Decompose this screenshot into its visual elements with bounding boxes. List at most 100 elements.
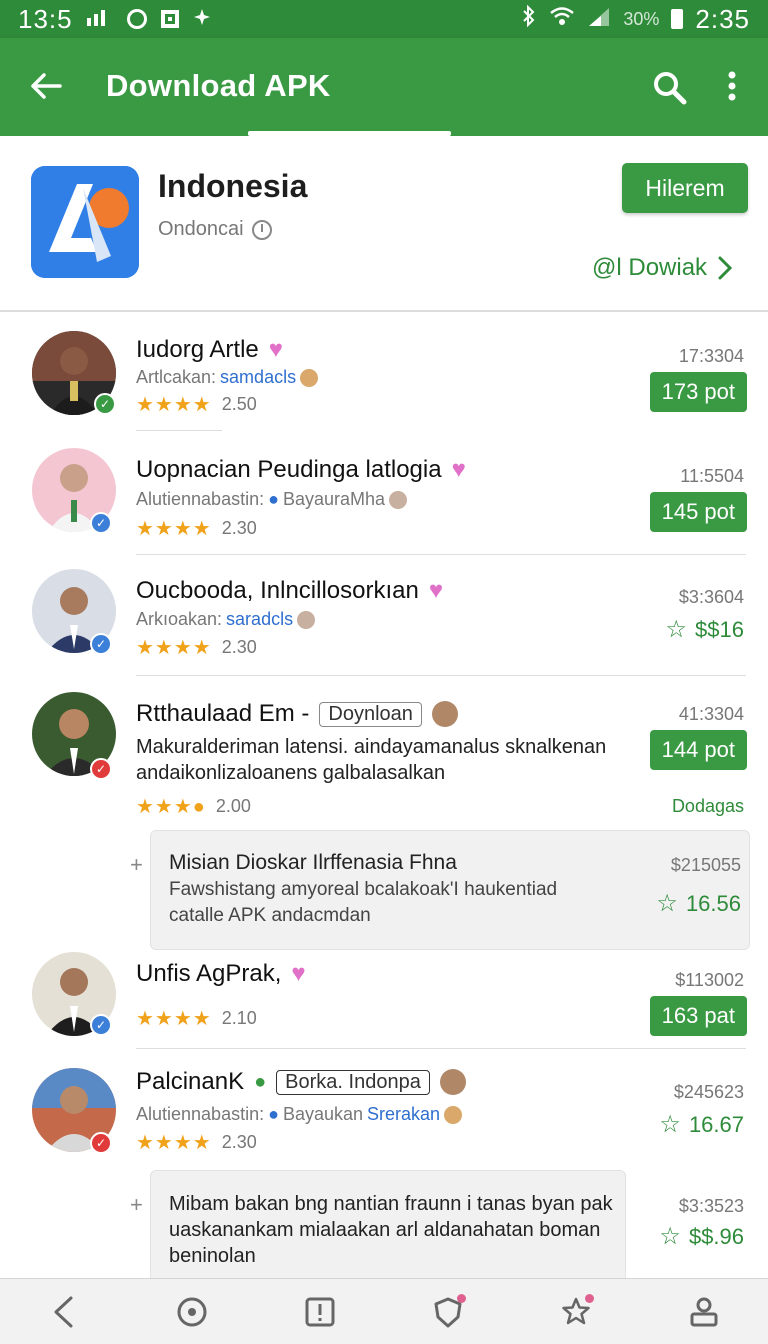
rating-value: 2.10 bbox=[221, 1008, 257, 1028]
timestamp: $3:3604 bbox=[678, 587, 744, 607]
timestamp: $215055 bbox=[670, 855, 741, 875]
emoji-icon bbox=[300, 368, 319, 387]
row-meta: Alutiennabastin: ● Bayaukan Srerakan bbox=[136, 1104, 463, 1125]
comment-list[interactable]: ✓ Iudorg Artle ♥ Artlcakan: samdacls ★★★… bbox=[0, 312, 768, 1278]
timestamp: $245623 bbox=[673, 1082, 744, 1102]
alarm-icon bbox=[126, 9, 147, 29]
notification-icon bbox=[160, 10, 179, 28]
row-name: Unfis AgPrak, ♥ bbox=[136, 960, 306, 988]
nav-account-icon[interactable] bbox=[676, 1284, 732, 1340]
reply-body: Fawshistang amyoreal bcalakoak'I haukent… bbox=[169, 879, 558, 926]
verified-check-icon: ✓ bbox=[94, 393, 116, 415]
bottom-navigation bbox=[0, 1278, 768, 1344]
download-link[interactable]: @l Dowiak bbox=[592, 254, 733, 282]
emoji-icon bbox=[444, 1105, 463, 1124]
heart-icon[interactable]: ♥ bbox=[269, 336, 283, 364]
verified-check-icon: ✓ bbox=[90, 758, 112, 780]
bluetooth-icon bbox=[521, 4, 537, 33]
row-name: Rtthaulaad Em - Doynloan bbox=[136, 700, 458, 728]
app-logo-icon bbox=[31, 166, 139, 278]
star-score[interactable]: ☆ 16.56 bbox=[656, 889, 741, 918]
star-outline-icon: ☆ bbox=[659, 1223, 681, 1250]
meta-highlight[interactable]: samdacls bbox=[220, 367, 296, 388]
score-value: 16.67 bbox=[688, 1111, 744, 1137]
heart-icon[interactable]: ♥ bbox=[429, 577, 443, 605]
star-score[interactable]: ☆ 16.67 bbox=[659, 1110, 744, 1139]
points-button[interactable]: 144 pot bbox=[649, 730, 747, 770]
meta-highlight[interactable]: BayauraMha bbox=[283, 489, 385, 510]
points-button[interactable]: 145 pot bbox=[649, 492, 747, 532]
plus-icon[interactable]: + bbox=[130, 852, 143, 878]
meta-highlight[interactable]: saradcls bbox=[226, 609, 293, 630]
location-icon bbox=[193, 6, 211, 32]
list-item[interactable]: ✓ PalcinanK ● Borka. Indonpa Alutiennaba… bbox=[0, 1050, 768, 1170]
list-item[interactable]: ✓ Rtthaulaad Em - Doynloan Makuralderima… bbox=[0, 676, 768, 826]
rating-value: 2.50 bbox=[221, 394, 257, 414]
author-name: Rtthaulaad Em - bbox=[136, 700, 310, 727]
rating: ★★★★ 2.30 bbox=[136, 1130, 257, 1155]
row-meta: Alutiennabastin: ● BayauraMha bbox=[136, 489, 408, 510]
clock-icon bbox=[251, 219, 272, 240]
list-item[interactable]: ✓ Oucbooda, Inlncillosorkıan ♥ Arkıoakan… bbox=[0, 555, 768, 676]
meta-prefix: Arkıoakan: bbox=[136, 609, 223, 629]
user-thumb-icon bbox=[439, 1069, 466, 1095]
heart-icon[interactable]: ♥ bbox=[291, 960, 305, 988]
author-name: Unfis AgPrak, bbox=[136, 960, 282, 987]
author-name: Uopnacian Peudinga latlogia bbox=[136, 456, 442, 483]
app-header-card: Indonesia Ondoncai Hilerem @l Dowiak bbox=[0, 136, 768, 312]
list-item[interactable]: ✓ Uopnacian Peudinga latlogia ♥ Alutienn… bbox=[0, 436, 768, 555]
wifi-icon bbox=[549, 6, 575, 32]
search-icon[interactable] bbox=[648, 66, 692, 110]
rating-value: 2.30 bbox=[221, 518, 257, 538]
row-meta: Arkıoakan: saradcls bbox=[136, 609, 316, 630]
star-rating-icon: ★★★★ bbox=[136, 394, 212, 416]
star-score[interactable]: ☆ $$.96 bbox=[659, 1222, 744, 1251]
star-rating-icon: ★★★★ bbox=[136, 518, 212, 540]
timestamp: $113002 bbox=[675, 970, 744, 990]
reply-card[interactable]: Misian Dioskar Ilrffenasia Fhna Fawshist… bbox=[150, 830, 750, 950]
author-name: Oucbooda, Inlncillosorkıan bbox=[136, 577, 419, 604]
meta-text: Bayaukan bbox=[282, 1104, 364, 1124]
comment-body: Makuralderiman latensi. aindayamanalus s… bbox=[136, 736, 607, 784]
star-outline-icon: ☆ bbox=[656, 890, 678, 917]
nav-home-icon[interactable] bbox=[164, 1284, 220, 1340]
user-thumb-icon bbox=[297, 610, 316, 629]
nav-back-icon[interactable] bbox=[36, 1284, 92, 1340]
app-name: Indonesia bbox=[158, 168, 308, 204]
verified-check-icon: ✓ bbox=[90, 1132, 112, 1154]
star-rating-icon: ★★★★ bbox=[136, 1008, 212, 1030]
meta-highlight[interactable]: Srerakan bbox=[367, 1104, 440, 1125]
timestamp: $3:3523 bbox=[678, 1196, 744, 1216]
row-name: Uopnacian Peudinga latlogia ♥ bbox=[136, 456, 466, 484]
verified-check-icon: ✓ bbox=[90, 1014, 112, 1036]
plus-icon[interactable]: + bbox=[130, 1192, 143, 1218]
verified-check-icon: ✓ bbox=[90, 512, 112, 534]
rating: ★★★★ 2.30 bbox=[136, 635, 257, 660]
location-tag[interactable]: Borka. Indonpa bbox=[276, 1069, 430, 1095]
nav-alert-icon[interactable] bbox=[292, 1284, 348, 1340]
primary-action-button[interactable]: Hilerem bbox=[622, 163, 748, 213]
thumbs-up-icon: ● bbox=[268, 489, 279, 509]
rating-value: 2.30 bbox=[221, 637, 257, 657]
star-score[interactable]: ☆ $$16 bbox=[666, 615, 744, 644]
app-subtitle-row: Ondoncai bbox=[158, 218, 272, 241]
reply-card[interactable]: Mibam bakan bng nantian fraunn i tanas b… bbox=[150, 1170, 626, 1278]
author-name: PalcinanK bbox=[136, 1068, 245, 1095]
points-button[interactable]: 163 pat bbox=[649, 996, 747, 1036]
points-button[interactable]: 173 pot bbox=[649, 372, 747, 412]
reply-link[interactable]: Dodagas bbox=[672, 796, 744, 817]
app-bar: Download APK bbox=[0, 38, 768, 136]
battery-percent: 30% bbox=[623, 8, 660, 29]
verified-check-icon: ✓ bbox=[90, 633, 112, 655]
star-outline-icon: ☆ bbox=[659, 1111, 681, 1138]
back-arrow-icon[interactable] bbox=[24, 64, 68, 108]
list-item[interactable]: ✓ Iudorg Artle ♥ Artlcakan: samdacls ★★★… bbox=[0, 312, 768, 436]
list-item[interactable]: ✓ Unfis AgPrak, ♥ ★★★★ 2.10 $113002 163 … bbox=[0, 950, 768, 1050]
cell-signal-icon bbox=[587, 6, 611, 32]
score-value: $$.96 bbox=[688, 1223, 744, 1249]
heart-icon[interactable]: ♥ bbox=[452, 456, 466, 484]
download-tag[interactable]: Doynloan bbox=[319, 701, 422, 727]
nav-profile-star-icon[interactable] bbox=[548, 1284, 604, 1340]
more-options-icon[interactable] bbox=[716, 66, 748, 110]
nav-shield-icon[interactable] bbox=[420, 1284, 476, 1340]
